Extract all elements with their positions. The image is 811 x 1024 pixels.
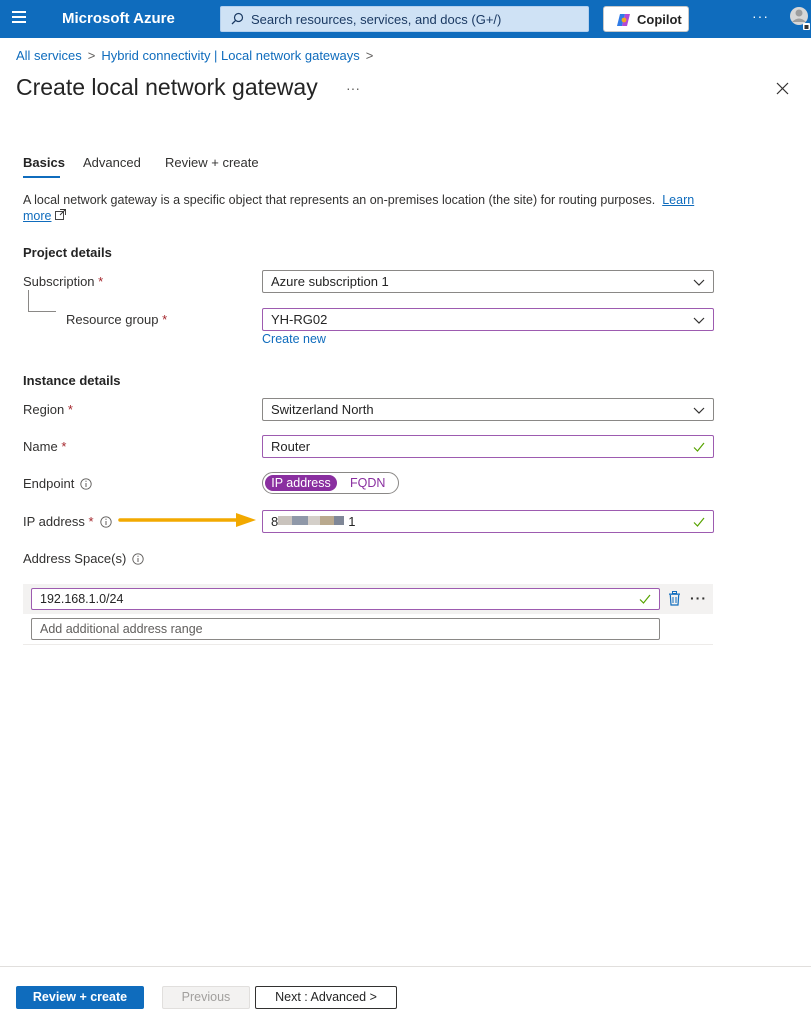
- topbar-more-icon[interactable]: ···: [752, 8, 769, 24]
- info-icon[interactable]: [99, 516, 112, 528]
- brand-name[interactable]: Microsoft Azure: [62, 10, 175, 27]
- create-new-link[interactable]: Create new: [262, 332, 326, 346]
- endpoint-label: Endpoint: [23, 476, 92, 491]
- region-select[interactable]: Switzerland North: [262, 398, 714, 421]
- avatar[interactable]: [786, 5, 811, 33]
- valid-check-icon: [693, 442, 705, 452]
- tree-connector: [28, 290, 56, 312]
- valid-check-icon: [693, 517, 705, 527]
- resource-group-label: Resource group *: [66, 312, 168, 327]
- subscription-value: Azure subscription 1: [271, 274, 389, 289]
- row-more-icon[interactable]: ···: [690, 590, 707, 606]
- tab-advanced[interactable]: Advanced: [83, 155, 141, 170]
- intro-description: A local network gateway is a specific ob…: [23, 193, 656, 207]
- address-spaces-label: Address Space(s): [23, 551, 144, 566]
- resource-group-select[interactable]: YH-RG02: [262, 308, 714, 331]
- learn-more-link-cont[interactable]: more: [23, 209, 51, 223]
- learn-more-link[interactable]: Learn: [662, 193, 694, 207]
- external-link-icon: [55, 209, 66, 220]
- global-search[interactable]: [220, 6, 589, 32]
- name-input[interactable]: Router: [262, 435, 714, 458]
- review-create-button[interactable]: Review + create: [16, 986, 144, 1009]
- address-space-value: 192.168.1.0/24: [40, 592, 124, 606]
- previous-button[interactable]: Previous: [162, 986, 250, 1009]
- endpoint-option-ip-address[interactable]: IP address: [265, 475, 337, 491]
- info-icon[interactable]: [80, 478, 92, 490]
- breadcrumb-all-services[interactable]: All services: [16, 48, 82, 63]
- intro-text: A local network gateway is a specific ob…: [23, 192, 713, 224]
- instance-details-heading: Instance details: [23, 373, 121, 388]
- breadcrumb-local-network-gateways[interactable]: Hybrid connectivity | Local network gate…: [101, 48, 359, 63]
- subscription-label: Subscription *: [23, 274, 104, 289]
- endpoint-toggle[interactable]: IP address FQDN: [262, 472, 399, 494]
- search-icon: [231, 12, 244, 25]
- close-icon[interactable]: [776, 82, 789, 95]
- chevron-down-icon: [693, 279, 705, 286]
- trash-icon[interactable]: [668, 591, 681, 606]
- tab-review-create[interactable]: Review + create: [165, 155, 259, 170]
- name-label: Name *: [23, 439, 67, 454]
- valid-check-icon: [639, 594, 651, 604]
- region-value: Switzerland North: [271, 402, 374, 417]
- page-title: Create local network gateway: [16, 74, 318, 100]
- top-bar: Microsoft Azure Copilot ···: [0, 0, 811, 38]
- breadcrumb-separator: >: [87, 48, 96, 63]
- subscription-select[interactable]: Azure subscription 1: [262, 270, 714, 293]
- info-icon[interactable]: [132, 553, 144, 565]
- tab-basics[interactable]: Basics: [23, 155, 65, 170]
- search-input[interactable]: [249, 10, 569, 28]
- ip-address-label: IP address *: [23, 514, 112, 529]
- redacted-ip-blur: [278, 516, 344, 525]
- copilot-button[interactable]: Copilot: [603, 6, 689, 32]
- region-label: Region *: [23, 402, 73, 417]
- add-address-range-input[interactable]: Add additional address range: [31, 618, 660, 640]
- annotation-arrow-icon: [118, 513, 256, 527]
- chevron-down-icon: [693, 407, 705, 414]
- address-space-input[interactable]: 192.168.1.0/24: [31, 588, 660, 610]
- resource-group-value: YH-RG02: [271, 312, 328, 327]
- hamburger-menu-icon[interactable]: [12, 11, 26, 25]
- copilot-icon: [617, 14, 630, 26]
- breadcrumb-separator: >: [365, 48, 374, 63]
- copilot-label: Copilot: [637, 12, 682, 27]
- endpoint-option-fqdn[interactable]: FQDN: [350, 475, 385, 491]
- active-tab-indicator: [23, 176, 60, 178]
- chevron-down-icon: [693, 317, 705, 324]
- footer-divider: [0, 966, 811, 967]
- next-advanced-button[interactable]: Next : Advanced >: [255, 986, 397, 1009]
- breadcrumb: All services > Hybrid connectivity | Local…: [16, 48, 379, 63]
- divider: [23, 644, 713, 645]
- project-details-heading: Project details: [23, 245, 112, 260]
- name-value: Router: [271, 439, 311, 454]
- title-more-icon[interactable]: ···: [346, 80, 360, 96]
